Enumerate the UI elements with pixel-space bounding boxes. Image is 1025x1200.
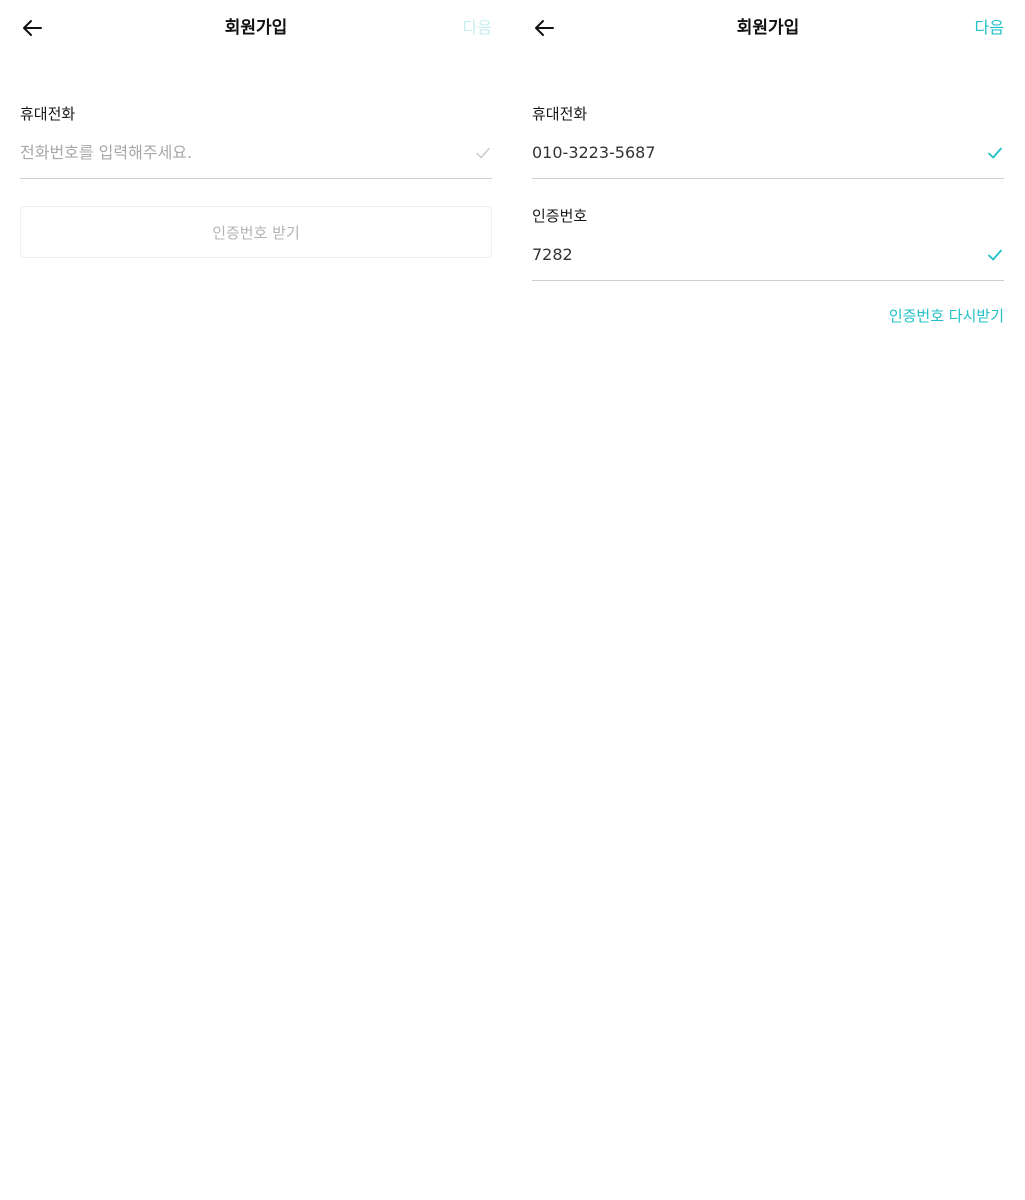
page-title: 회원가입 <box>736 18 800 38</box>
check-icon <box>988 147 1002 159</box>
top-app-bar: 회원가입 다음 <box>532 0 1004 56</box>
phone-field-group: 휴대전화 <box>532 104 1004 179</box>
phone-field-underline <box>20 178 492 179</box>
phone-field-group: 휴대전화 <box>20 104 492 179</box>
code-field-underline <box>532 280 1004 281</box>
page-title: 회원가입 <box>224 18 288 38</box>
code-field-label: 인증번호 <box>532 207 588 225</box>
phone-input[interactable] <box>532 142 972 164</box>
phone-field-row <box>532 142 1004 166</box>
verification-code-input[interactable] <box>532 244 972 266</box>
phone-field-label: 휴대전화 <box>20 105 76 123</box>
phone-field-label: 휴대전화 <box>532 105 588 123</box>
code-field-row <box>532 244 1004 268</box>
check-icon <box>476 147 490 159</box>
next-button[interactable]: 다음 <box>463 18 492 38</box>
next-button[interactable]: 다음 <box>975 18 1004 38</box>
phone-input[interactable] <box>20 142 460 164</box>
top-app-bar: 회원가입 다음 <box>20 0 492 56</box>
request-code-button[interactable]: 인증번호 받기 <box>20 206 492 258</box>
code-field-group: 인증번호 <box>532 206 1004 281</box>
comparison-canvas: 회원가입 다음 휴대전화 인증번호 받기 회원가입 다음 <box>0 0 1025 1200</box>
signup-screen-verified: 회원가입 다음 휴대전화 인증번호 인증번호 다시받기 <box>532 0 1004 1200</box>
check-icon <box>988 249 1002 261</box>
phone-field-underline <box>532 178 1004 179</box>
resend-code-link[interactable]: 인증번호 다시받기 <box>889 306 1004 326</box>
signup-screen-initial: 회원가입 다음 휴대전화 인증번호 받기 <box>20 0 492 1200</box>
phone-field-row <box>20 142 492 166</box>
